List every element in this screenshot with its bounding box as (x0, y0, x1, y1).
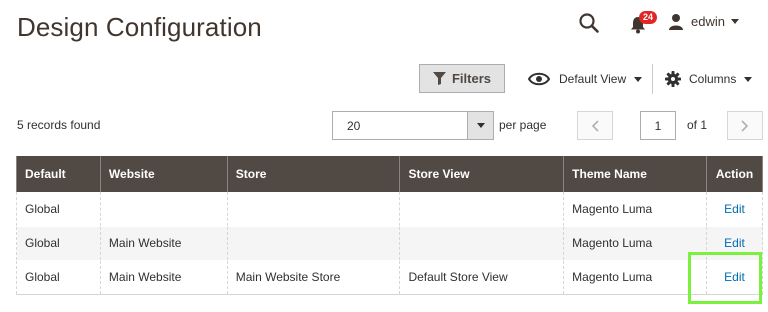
chevron-down-icon (476, 123, 485, 128)
edit-link[interactable]: Edit (724, 236, 745, 250)
notifications-button[interactable]: 24 (624, 10, 658, 36)
cell-action: Edit (705, 260, 764, 295)
cell-website: Main Website (99, 226, 228, 260)
cell-default: Global (16, 260, 101, 295)
user-menu[interactable]: edwin (668, 13, 739, 30)
chevron-down-icon (730, 19, 739, 24)
cell-action: Edit (705, 192, 764, 226)
cell-store: Main Website Store (226, 260, 401, 295)
column-header-store[interactable]: Store (226, 156, 401, 192)
cell-theme-name: Magento Luma (563, 260, 707, 295)
table-row: Global Main Website Main Website Store D… (16, 260, 764, 295)
cell-website (99, 192, 228, 226)
columns-label: Columns (689, 72, 737, 86)
chevron-left-icon (591, 119, 599, 132)
filter-icon (432, 72, 446, 85)
search-button[interactable] (578, 12, 600, 34)
column-header-theme-name[interactable]: Theme Name (563, 156, 707, 192)
chevron-right-icon (741, 119, 749, 132)
filters-label: Filters (451, 71, 491, 86)
user-icon (669, 14, 683, 30)
table-row: Global Magento Luma Edit (16, 192, 764, 226)
table-row: Global Main Website Magento Luma Edit (16, 226, 764, 260)
cell-website: Main Website (99, 260, 228, 295)
cell-store-view (399, 226, 565, 260)
search-icon (579, 13, 599, 33)
columns-button[interactable]: Columns (665, 66, 753, 92)
view-switcher[interactable]: Default View (528, 66, 643, 92)
cell-store-view: Default Store View (399, 260, 565, 295)
cell-store-view (399, 192, 565, 226)
design-config-table: Default Website Store Store View Theme N… (16, 156, 764, 295)
page-title: Design Configuration (17, 12, 262, 42)
records-count: 5 records found (17, 118, 101, 132)
cell-action: Edit (705, 226, 764, 260)
cell-store (226, 192, 401, 226)
next-page-button[interactable] (727, 111, 763, 140)
column-header-default[interactable]: Default (16, 156, 101, 192)
cell-theme-name: Magento Luma (563, 192, 707, 226)
per-page-arrow[interactable] (467, 112, 493, 139)
per-page-select[interactable]: 20 (332, 111, 494, 140)
filters-button[interactable]: Filters (419, 64, 505, 93)
column-header-action: Action (705, 156, 764, 192)
view-label: Default View (559, 72, 627, 86)
edit-link[interactable]: Edit (724, 202, 745, 216)
toolbar-divider (652, 64, 653, 94)
column-header-store-view[interactable]: Store View (399, 156, 565, 192)
edit-link[interactable]: Edit (724, 270, 745, 284)
chevron-down-icon (634, 76, 643, 82)
user-name: edwin (691, 14, 725, 29)
cell-default: Global (16, 226, 101, 260)
page-number-input[interactable] (640, 111, 676, 140)
previous-page-button[interactable] (577, 111, 613, 140)
per-page-label: per page (499, 118, 547, 132)
page-total: of 1 (687, 118, 708, 132)
per-page-value: 20 (347, 119, 361, 133)
gear-icon (665, 71, 681, 87)
chevron-down-icon (744, 76, 753, 82)
eye-icon (528, 72, 550, 86)
cell-default: Global (16, 192, 101, 226)
cell-theme-name: Magento Luma (563, 226, 707, 260)
table-header-row: Default Website Store Store View Theme N… (16, 156, 764, 192)
cell-store (226, 226, 401, 260)
notifications-badge: 24 (639, 11, 658, 24)
column-header-website[interactable]: Website (99, 156, 228, 192)
